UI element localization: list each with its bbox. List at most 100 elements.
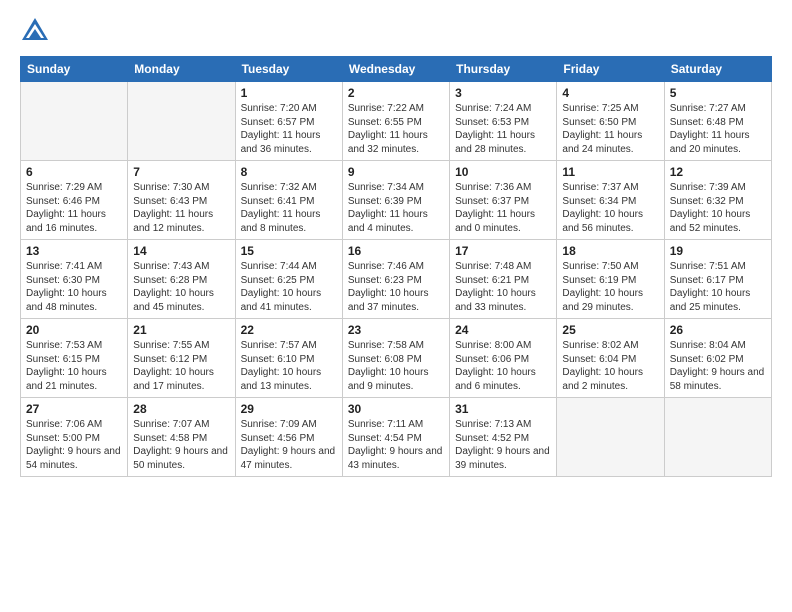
day-cell-10: 10Sunrise: 7:36 AMSunset: 6:37 PMDayligh… xyxy=(450,161,557,240)
day-info: Sunrise: 7:25 AMSunset: 6:50 PMDaylight:… xyxy=(562,102,658,156)
day-cell-31: 31 Sunrise: 7:13 AMSunset: 4:52 PMDayligh… xyxy=(450,398,557,477)
day-info: Sunrise: 7:51 AMSunset: 6:17 PMDaylight:… xyxy=(670,260,766,314)
day-info: Sunrise: 7:53 AMSunset: 6:15 PMDaylight:… xyxy=(26,339,122,393)
day-cell-6: 6 Sunrise: 7:29 AMSunset: 6:46 PMDaylight… xyxy=(21,161,128,240)
day-number: 22 xyxy=(241,323,337,337)
day-cell-12: 12 Sunrise: 7:39 AMSunset: 6:32 PMDayligh… xyxy=(664,161,771,240)
calendar-header-saturday: Saturday xyxy=(664,57,771,82)
calendar-header-wednesday: Wednesday xyxy=(342,57,449,82)
day-info: Sunrise: 7:43 AMSunset: 6:28 PMDaylight:… xyxy=(133,260,229,314)
day-number: 26 xyxy=(670,323,766,337)
day-number: 12 xyxy=(670,165,766,179)
day-info: Sunrise: 7:34 AMSunset: 6:39 PMDaylight:… xyxy=(348,181,444,235)
day-number: 27 xyxy=(26,402,122,416)
calendar-header-thursday: Thursday xyxy=(450,57,557,82)
day-info: Sunrise: 7:48 AMSunset: 6:21 PMDaylight:… xyxy=(455,260,551,314)
day-cell-22: 22 Sunrise: 7:57 AMSunset: 6:10 PMDayligh… xyxy=(235,319,342,398)
day-number: 18 xyxy=(562,244,658,258)
day-info: Sunrise: 7:32 AMSunset: 6:41 PMDaylight:… xyxy=(241,181,337,235)
day-number: 17 xyxy=(455,244,551,258)
day-cell-15: 15 Sunrise: 7:44 AMSunset: 6:25 PMDayligh… xyxy=(235,240,342,319)
day-number: 11 xyxy=(562,165,658,179)
day-info: Sunrise: 8:04 AMSunset: 6:02 PMDaylight:… xyxy=(670,339,766,393)
day-number: 28 xyxy=(133,402,229,416)
day-info: Sunrise: 7:13 AMSunset: 4:52 PMDaylight:… xyxy=(455,418,551,472)
day-number: 25 xyxy=(562,323,658,337)
day-number: 6 xyxy=(26,165,122,179)
day-info: Sunrise: 7:07 AMSunset: 4:58 PMDaylight:… xyxy=(133,418,229,472)
day-info: Sunrise: 7:39 AMSunset: 6:32 PMDaylight:… xyxy=(670,181,766,235)
calendar-header-tuesday: Tuesday xyxy=(235,57,342,82)
day-cell-16: 16 Sunrise: 7:46 AMSunset: 6:23 PMDayligh… xyxy=(342,240,449,319)
calendar-header-monday: Monday xyxy=(128,57,235,82)
day-cell-21: 21Sunrise: 7:55 AMSunset: 6:12 PMDayligh… xyxy=(128,319,235,398)
day-info: Sunrise: 7:06 AMSunset: 5:00 PMDaylight:… xyxy=(26,418,122,472)
day-cell-29: 29 Sunrise: 7:09 AMSunset: 4:56 PMDayligh… xyxy=(235,398,342,477)
day-cell-4: 4 Sunrise: 7:25 AMSunset: 6:50 PMDaylight… xyxy=(557,82,664,161)
empty-cell xyxy=(557,398,664,477)
day-info: Sunrise: 7:46 AMSunset: 6:23 PMDaylight:… xyxy=(348,260,444,314)
day-cell-5: 5 Sunrise: 7:27 AMSunset: 6:48 PMDaylight… xyxy=(664,82,771,161)
day-number: 16 xyxy=(348,244,444,258)
day-info: Sunrise: 7:44 AMSunset: 6:25 PMDaylight:… xyxy=(241,260,337,314)
day-cell-11: 11Sunrise: 7:37 AMSunset: 6:34 PMDayligh… xyxy=(557,161,664,240)
calendar-header-sunday: Sunday xyxy=(21,57,128,82)
day-info: Sunrise: 7:29 AMSunset: 6:46 PMDaylight:… xyxy=(26,181,122,235)
week-row-4: 20 Sunrise: 7:53 AMSunset: 6:15 PMDayligh… xyxy=(21,319,772,398)
day-number: 14 xyxy=(133,244,229,258)
week-row-1: 1 Sunrise: 7:20 AMSunset: 6:57 PMDaylight… xyxy=(21,82,772,161)
day-number: 1 xyxy=(241,86,337,100)
page-header xyxy=(20,16,772,46)
day-cell-25: 25 Sunrise: 8:02 AMSunset: 6:04 PMDayligh… xyxy=(557,319,664,398)
week-row-5: 27 Sunrise: 7:06 AMSunset: 5:00 PMDayligh… xyxy=(21,398,772,477)
day-info: Sunrise: 7:24 AMSunset: 6:53 PMDaylight:… xyxy=(455,102,551,156)
day-number: 15 xyxy=(241,244,337,258)
day-cell-28: 28 Sunrise: 7:07 AMSunset: 4:58 PMDayligh… xyxy=(128,398,235,477)
day-info: Sunrise: 8:02 AMSunset: 6:04 PMDaylight:… xyxy=(562,339,658,393)
day-info: Sunrise: 7:22 AMSunset: 6:55 PMDaylight:… xyxy=(348,102,444,156)
day-cell-26: 26 Sunrise: 8:04 AMSunset: 6:02 PMDayligh… xyxy=(664,319,771,398)
day-info: Sunrise: 7:41 AMSunset: 6:30 PMDaylight:… xyxy=(26,260,122,314)
day-info: Sunrise: 7:30 AMSunset: 6:43 PMDaylight:… xyxy=(133,181,229,235)
calendar-header-row: SundayMondayTuesdayWednesdayThursdayFrid… xyxy=(21,57,772,82)
day-number: 9 xyxy=(348,165,444,179)
day-info: Sunrise: 7:50 AMSunset: 6:19 PMDaylight:… xyxy=(562,260,658,314)
day-info: Sunrise: 7:27 AMSunset: 6:48 PMDaylight:… xyxy=(670,102,766,156)
day-number: 21 xyxy=(133,323,229,337)
day-number: 5 xyxy=(670,86,766,100)
day-number: 2 xyxy=(348,86,444,100)
day-number: 8 xyxy=(241,165,337,179)
day-cell-13: 13 Sunrise: 7:41 AMSunset: 6:30 PMDayligh… xyxy=(21,240,128,319)
day-cell-7: 7 Sunrise: 7:30 AMSunset: 6:43 PMDaylight… xyxy=(128,161,235,240)
day-number: 29 xyxy=(241,402,337,416)
day-cell-3: 3 Sunrise: 7:24 AMSunset: 6:53 PMDaylight… xyxy=(450,82,557,161)
day-info: Sunrise: 7:58 AMSunset: 6:08 PMDaylight:… xyxy=(348,339,444,393)
day-number: 7 xyxy=(133,165,229,179)
empty-cell xyxy=(21,82,128,161)
day-number: 13 xyxy=(26,244,122,258)
day-info: Sunrise: 7:11 AMSunset: 4:54 PMDaylight:… xyxy=(348,418,444,472)
day-number: 31 xyxy=(455,402,551,416)
day-info: Sunrise: 7:09 AMSunset: 4:56 PMDaylight:… xyxy=(241,418,337,472)
day-number: 4 xyxy=(562,86,658,100)
day-cell-9: 9 Sunrise: 7:34 AMSunset: 6:39 PMDaylight… xyxy=(342,161,449,240)
day-number: 19 xyxy=(670,244,766,258)
logo xyxy=(20,16,54,46)
day-cell-19: 19 Sunrise: 7:51 AMSunset: 6:17 PMDayligh… xyxy=(664,240,771,319)
day-cell-2: 2 Sunrise: 7:22 AMSunset: 6:55 PMDaylight… xyxy=(342,82,449,161)
day-cell-8: 8 Sunrise: 7:32 AMSunset: 6:41 PMDaylight… xyxy=(235,161,342,240)
day-number: 20 xyxy=(26,323,122,337)
day-cell-23: 23 Sunrise: 7:58 AMSunset: 6:08 PMDayligh… xyxy=(342,319,449,398)
empty-cell xyxy=(664,398,771,477)
day-info: Sunrise: 7:20 AMSunset: 6:57 PMDaylight:… xyxy=(241,102,337,156)
day-number: 23 xyxy=(348,323,444,337)
day-cell-14: 14 Sunrise: 7:43 AMSunset: 6:28 PMDayligh… xyxy=(128,240,235,319)
day-cell-30: 30Sunrise: 7:11 AMSunset: 4:54 PMDayligh… xyxy=(342,398,449,477)
calendar-header-friday: Friday xyxy=(557,57,664,82)
day-number: 24 xyxy=(455,323,551,337)
day-cell-27: 27 Sunrise: 7:06 AMSunset: 5:00 PMDayligh… xyxy=(21,398,128,477)
day-cell-17: 17 Sunrise: 7:48 AMSunset: 6:21 PMDayligh… xyxy=(450,240,557,319)
day-number: 3 xyxy=(455,86,551,100)
week-row-3: 13 Sunrise: 7:41 AMSunset: 6:30 PMDayligh… xyxy=(21,240,772,319)
day-info: Sunrise: 7:57 AMSunset: 6:10 PMDaylight:… xyxy=(241,339,337,393)
